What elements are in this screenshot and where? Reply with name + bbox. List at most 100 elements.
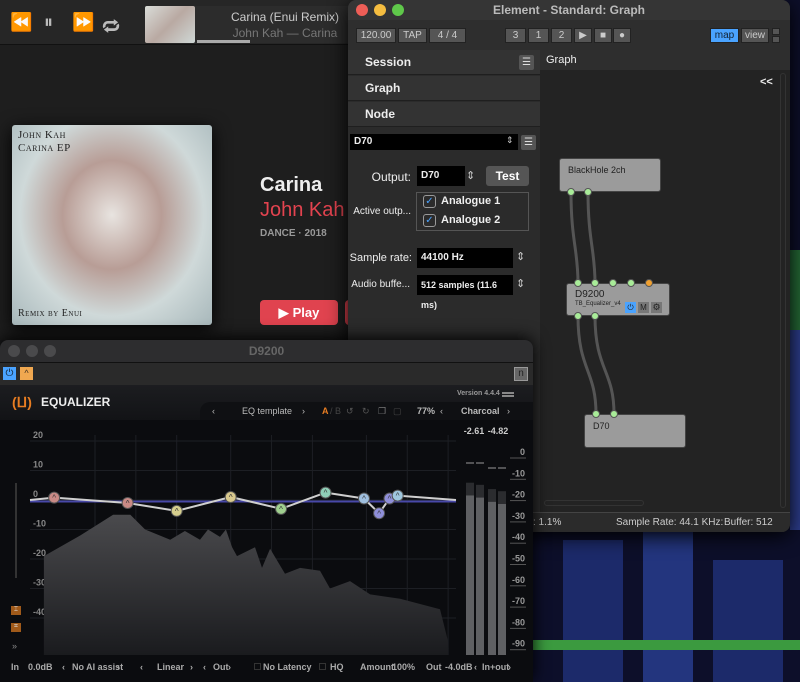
toolbar: 120.00 TAP 4 / 4 3 1 2 ▶ ■ ● map view: [348, 20, 790, 50]
test-button[interactable]: Test: [486, 166, 529, 186]
prev-theme-icon[interactable]: ‹: [440, 406, 443, 416]
power-icon[interactable]: ⏻: [3, 367, 16, 380]
horizontal-scrollbar[interactable]: [544, 500, 644, 506]
undo-icon[interactable]: ↺: [346, 406, 354, 417]
analogue-2-checkbox[interactable]: ✓: [423, 214, 436, 227]
tempo-field[interactable]: 120.00: [356, 28, 396, 43]
eq-graph[interactable]: 20100-10-20-30-40501002005001k2k5k10k20k…: [0, 420, 533, 655]
analogue-1-checkbox[interactable]: ✓: [423, 195, 436, 208]
ai-assist-select[interactable]: No AI assist: [72, 662, 123, 672]
input-port[interactable]: [609, 279, 617, 287]
menu-icon[interactable]: [502, 392, 514, 397]
minimize-button[interactable]: [374, 4, 386, 16]
meter-scale-label: -90: [512, 639, 525, 649]
output-port[interactable]: [574, 312, 582, 320]
input-port[interactable]: [592, 410, 600, 418]
next-icon[interactable]: ›: [508, 662, 511, 672]
paste-icon[interactable]: ▢: [393, 406, 402, 417]
input-port[interactable]: [610, 410, 618, 418]
map-button[interactable]: map: [710, 28, 739, 43]
mode-select[interactable]: In+out: [482, 662, 509, 672]
button-3[interactable]: 3: [505, 28, 526, 43]
prev-icon[interactable]: ‹: [62, 662, 65, 672]
minimize-button[interactable]: [26, 345, 38, 357]
power-icon[interactable]: ⏻: [625, 302, 636, 313]
amount-value[interactable]: 100%: [392, 662, 415, 672]
theme-name[interactable]: Charcoal: [461, 406, 500, 416]
now-playing-artwork[interactable]: [145, 6, 195, 43]
mute-button[interactable]: M: [638, 302, 649, 313]
view-button[interactable]: view: [741, 28, 769, 43]
node-sublabel: TB_Equalizer_v4: [575, 301, 621, 307]
stop-icon[interactable]: ■: [594, 28, 612, 43]
repeat-icon[interactable]: 🔁︎: [102, 12, 120, 39]
meter-field[interactable]: 4 / 4: [429, 28, 466, 43]
node-blackhole[interactable]: BlackHole 2ch: [559, 158, 661, 192]
output-port[interactable]: [591, 312, 599, 320]
no-latency-checkbox[interactable]: [254, 663, 261, 670]
prev-icon[interactable]: ‹: [474, 662, 477, 672]
input-port[interactable]: [627, 279, 635, 287]
playback-progress[interactable]: [197, 40, 250, 43]
stepper-icon: ⇕: [466, 170, 476, 182]
input-port[interactable]: [574, 279, 582, 287]
output-gain[interactable]: -4.0dB: [445, 662, 473, 672]
prev-icon[interactable]: ‹: [203, 662, 206, 672]
prev-preset-icon[interactable]: ‹: [212, 406, 215, 416]
output-port[interactable]: [584, 188, 592, 196]
b-slot[interactable]: B: [335, 406, 341, 416]
button-1[interactable]: 1: [528, 28, 549, 43]
menu-icon[interactable]: ☰: [519, 55, 534, 70]
a-slot[interactable]: A: [322, 406, 329, 416]
zoom-level[interactable]: 77%: [417, 406, 435, 416]
next-theme-icon[interactable]: ›: [507, 406, 510, 416]
n-button[interactable]: n: [514, 367, 528, 381]
hq-checkbox[interactable]: [319, 663, 326, 670]
close-button[interactable]: [356, 4, 368, 16]
close-button[interactable]: [8, 345, 20, 357]
band-shape-icon: ^: [377, 509, 381, 518]
layout-toggle-bottom[interactable]: [772, 36, 780, 43]
previous-icon[interactable]: ⏪: [10, 12, 32, 33]
next-icon[interactable]: ›: [228, 662, 231, 672]
device-select[interactable]: D70: [350, 134, 518, 150]
zoom-button[interactable]: [44, 345, 56, 357]
output-select[interactable]: D70: [417, 166, 465, 186]
record-icon[interactable]: ●: [613, 28, 631, 43]
midi-port[interactable]: [645, 279, 653, 287]
next-icon[interactable]: ›: [190, 662, 193, 672]
redo-icon[interactable]: ↻: [362, 406, 370, 417]
layout-toggle-top[interactable]: [772, 28, 780, 35]
next-icon[interactable]: ⏩: [72, 12, 94, 33]
section-session[interactable]: Session: [348, 50, 540, 75]
node-d9200[interactable]: D9200 TB_Equalizer_v4 ⏻ M ⚙: [566, 283, 670, 316]
zoom-button[interactable]: [392, 4, 404, 16]
editor-icon[interactable]: ^: [20, 367, 33, 380]
pause-icon[interactable]: ⏸: [44, 12, 53, 33]
play-button[interactable]: ▶ Play: [260, 300, 338, 325]
preset-name[interactable]: EQ template: [242, 406, 292, 416]
output-port[interactable]: [567, 188, 575, 196]
device-menu-icon[interactable]: ☰: [521, 135, 536, 150]
node-d70[interactable]: D70: [584, 414, 686, 448]
meter-scale-label: 0: [520, 447, 525, 457]
buffer-select[interactable]: 512 samples (11.6 ms): [417, 275, 513, 310]
tap-button[interactable]: TAP: [398, 28, 427, 43]
input-port[interactable]: [591, 279, 599, 287]
play-icon[interactable]: ▶: [574, 28, 592, 43]
section-graph[interactable]: Graph: [348, 76, 540, 101]
section-node[interactable]: Node: [348, 102, 540, 127]
next-icon[interactable]: ›: [117, 662, 120, 672]
graph-canvas[interactable]: << BlackHole 2ch D9200 TB_Equalizer_v4 ⏻…: [540, 70, 790, 512]
button-2[interactable]: 2: [551, 28, 572, 43]
gear-icon[interactable]: ⚙: [651, 302, 662, 313]
album-artist[interactable]: John Kah: [260, 199, 345, 222]
next-preset-icon[interactable]: ›: [302, 406, 305, 416]
phase-select[interactable]: Linear: [157, 662, 184, 672]
input-gain[interactable]: 0.0dB: [28, 662, 53, 672]
sample-rate-select[interactable]: 44100 Hz: [417, 248, 513, 268]
prev-icon[interactable]: ‹: [140, 662, 143, 672]
copy-icon[interactable]: ❐: [378, 406, 386, 417]
stepper-icon: ⇕: [516, 251, 526, 263]
meter-select[interactable]: Out: [213, 662, 229, 672]
